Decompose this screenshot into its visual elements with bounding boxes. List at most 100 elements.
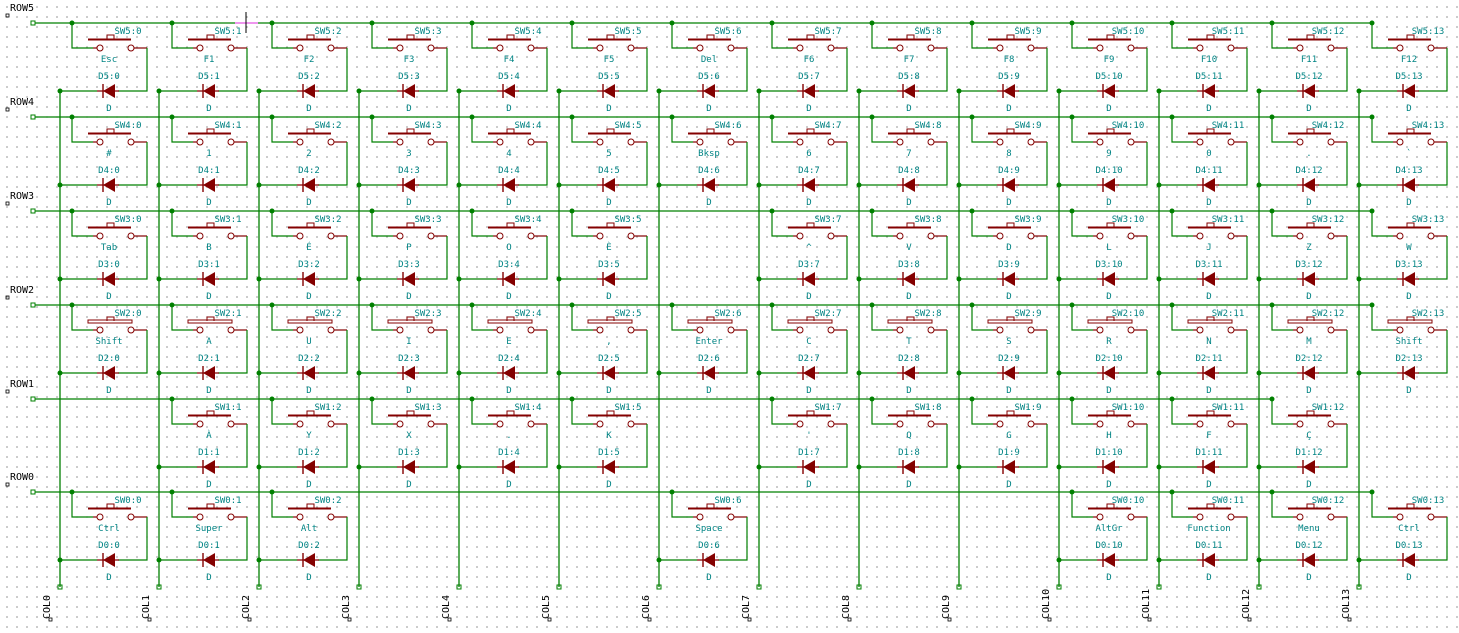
switch-diode-wire [1018, 236, 1048, 280]
pushbutton-switch-icon [787, 316, 847, 334]
pushbutton-switch-icon [1088, 34, 1147, 52]
column-net-col11: COL11 [1141, 91, 1162, 622]
diode-icon [797, 460, 819, 474]
diode-icon [997, 272, 1019, 286]
junction-dot [1256, 182, 1262, 188]
switch-diode-wire [1018, 142, 1048, 186]
diode-reference: D1:3 [398, 448, 420, 458]
switch-pin [1296, 513, 1304, 521]
diode-icon [197, 84, 219, 98]
switch-pin [596, 420, 604, 428]
key-cell-3-3: SW3:3 P D3:3 D [356, 208, 448, 302]
diode-value: D [806, 386, 811, 396]
switch-plunger [606, 128, 615, 133]
junction-dot [356, 88, 362, 94]
switch-pin [127, 232, 135, 240]
switch-diode-wire [1318, 330, 1348, 374]
switch-row-wire [671, 23, 693, 49]
pushbutton-switch-icon [1388, 503, 1447, 521]
switch-pin [396, 44, 404, 52]
diode-reference: D2:6 [698, 354, 720, 364]
key-cell-2-7: SW2:7 C D2:7 D [756, 302, 848, 396]
pushbutton-switch-icon [287, 316, 347, 334]
diode-body [1403, 84, 1415, 98]
column-label: COL10 [1041, 589, 1052, 619]
switch-row-wire [1071, 305, 1093, 331]
key-label: Function [1187, 524, 1230, 534]
switch-diode-wire [818, 236, 848, 280]
switch-row-wire [471, 117, 493, 143]
switch-row-wire [1371, 305, 1393, 331]
switch-actuator [587, 319, 633, 324]
diode-icon [1297, 84, 1319, 98]
switch-row-wire [171, 492, 193, 518]
diode-icon [697, 84, 719, 98]
key-label: É [306, 241, 311, 253]
key-label: 9 [1106, 149, 1111, 159]
switch-pin [327, 513, 335, 521]
junction-dot [1056, 182, 1062, 188]
junction-dot [256, 370, 262, 376]
switch-row-wire [771, 399, 793, 425]
switch-reference: SW2:4 [514, 309, 541, 319]
key-cell-3-7: SW3:7 ^ D3:7 D [756, 208, 848, 302]
diode-body [1303, 460, 1315, 474]
row-net-row5: ROW5 [5, 3, 1372, 26]
switch-diode-wire [318, 424, 348, 468]
diode-value: D [506, 104, 511, 114]
switch-row-wire [1071, 399, 1093, 425]
junction-dot [956, 276, 962, 282]
switch-actuator [787, 319, 833, 324]
switch-pin [1127, 44, 1135, 52]
switch-diode-wire [418, 142, 448, 186]
switch-pin [196, 420, 204, 428]
switch-reference: SW1:3 [414, 403, 441, 413]
key-label: ^ [806, 243, 812, 253]
key-label: . [506, 431, 511, 441]
junction-dot [1156, 182, 1162, 188]
diode-body [403, 178, 415, 192]
switch-diode-wire [718, 48, 748, 92]
junction-dot [57, 182, 63, 188]
junction-dot [756, 276, 762, 282]
key-label: Menu [1298, 524, 1320, 534]
pushbutton-switch-icon [588, 128, 647, 146]
row-label: ROW3 [10, 191, 34, 202]
switch-reference: SW0:13 [1412, 496, 1445, 506]
column-net-col3: COL3 [341, 91, 362, 622]
key-label: C [806, 337, 811, 347]
switch-pin [1196, 326, 1204, 334]
diode-icon [1297, 272, 1319, 286]
switch-pin [96, 326, 104, 334]
diode-value: D [1206, 198, 1211, 208]
key-label: F2 [304, 55, 315, 65]
switch-reference: SW1:7 [814, 403, 841, 413]
diode-body [1003, 460, 1015, 474]
diode-reference: D1:12 [1295, 448, 1322, 458]
switch-reference: SW3:11 [1212, 215, 1245, 225]
switch-reference: SW3:7 [814, 215, 841, 225]
switch-row-wire [1071, 211, 1093, 237]
key-label: À [206, 429, 212, 441]
switch-reference: SW3:2 [314, 215, 341, 225]
diode-body [1103, 366, 1115, 380]
diode-icon [97, 366, 119, 380]
column-label: COL13 [1341, 589, 1352, 619]
key-label: M [1306, 337, 1312, 347]
key-cell-0-2: SW0:2 Alt D0:2 D [256, 489, 348, 583]
switch-row-wire [871, 23, 893, 49]
junction-dot [1356, 557, 1362, 563]
pushbutton-switch-icon [987, 316, 1047, 334]
switch-reference: SW2:6 [714, 309, 741, 319]
diode-value: D [606, 386, 611, 396]
junction-dot [656, 182, 662, 188]
diode-reference: D4:0 [98, 166, 120, 176]
diode-value: D [1406, 573, 1411, 583]
pushbutton-switch-icon [388, 222, 447, 240]
key-cell-3-4: SW3:4 O D3:4 D [456, 208, 548, 302]
diode-reference: D4:6 [698, 166, 720, 176]
diode-value: D [1306, 386, 1311, 396]
key-label: U [306, 337, 311, 347]
switch-pin [1396, 513, 1404, 521]
switch-pin [1327, 420, 1335, 428]
